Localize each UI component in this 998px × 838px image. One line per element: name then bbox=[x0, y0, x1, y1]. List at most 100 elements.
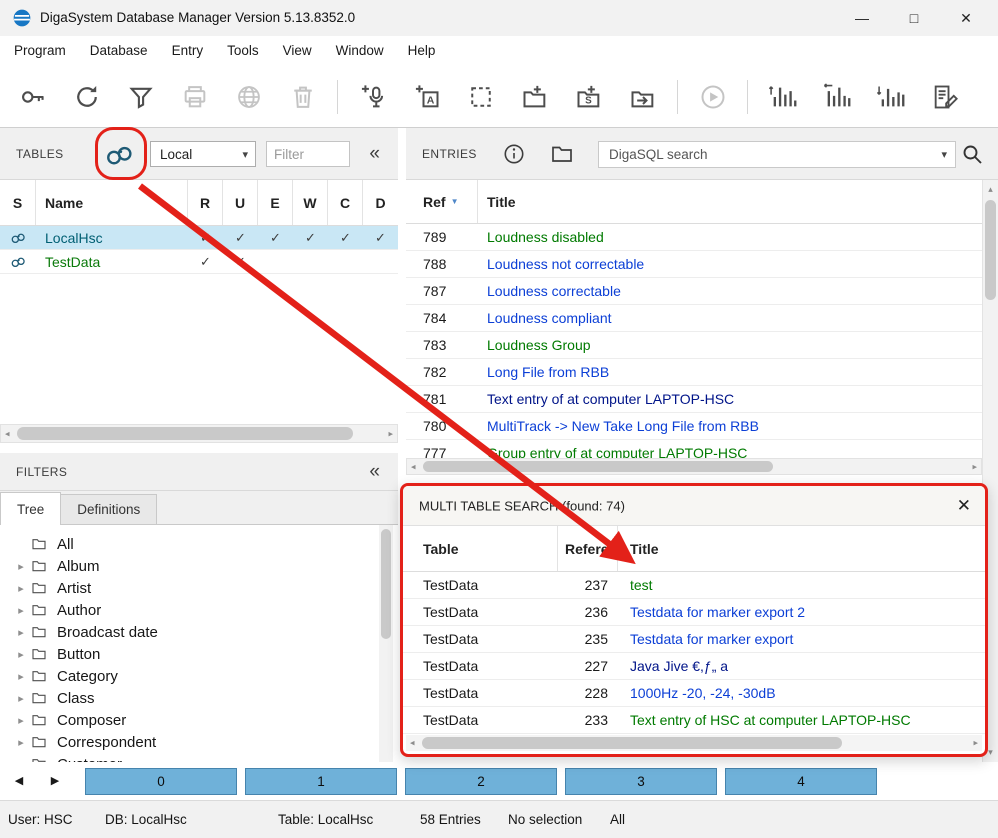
menu-item-entry[interactable]: Entry bbox=[160, 36, 216, 66]
expand-arrow-icon[interactable]: ▸ bbox=[12, 670, 30, 683]
scope-dropdown[interactable]: Local ▾ bbox=[150, 141, 256, 167]
expand-arrow-icon[interactable]: ▸ bbox=[12, 736, 30, 749]
menu-item-tools[interactable]: Tools bbox=[215, 36, 271, 66]
col-header-reference[interactable]: Refere bbox=[558, 526, 618, 571]
expand-arrow-icon[interactable]: ▸ bbox=[12, 714, 30, 727]
tree-item-broadcast-date[interactable]: ▸Broadcast date bbox=[0, 621, 379, 643]
popup-horizontal-scrollbar[interactable]: ◂ ▸ bbox=[406, 735, 982, 751]
maximize-button[interactable]: □ bbox=[888, 0, 940, 36]
page-button-1[interactable]: 1 bbox=[245, 768, 397, 795]
search-result-row[interactable]: TestData237test bbox=[403, 572, 985, 599]
search-result-row[interactable]: TestData233Text entry of HSC at computer… bbox=[403, 707, 985, 734]
multi-table-search-button[interactable] bbox=[103, 140, 135, 170]
scrollbar-thumb[interactable] bbox=[985, 200, 996, 300]
entry-row[interactable]: 784Loudness compliant bbox=[406, 305, 982, 332]
scrollbar-thumb[interactable] bbox=[422, 737, 842, 749]
search-result-row[interactable]: TestData236Testdata for marker export 2 bbox=[403, 599, 985, 626]
folder-icon[interactable] bbox=[550, 142, 576, 168]
add-folder-icon[interactable] bbox=[512, 74, 557, 119]
page-button-4[interactable]: 4 bbox=[725, 768, 877, 795]
col-header-name[interactable]: Name bbox=[36, 180, 188, 225]
search-icon[interactable] bbox=[960, 142, 986, 168]
tree-vertical-scrollbar[interactable] bbox=[379, 525, 393, 762]
minimize-button[interactable]: — bbox=[836, 0, 888, 36]
col-header-c[interactable]: C bbox=[328, 180, 363, 225]
scroll-right-icon[interactable]: ▸ bbox=[972, 461, 977, 472]
entry-row[interactable]: 789Loudness disabled bbox=[406, 224, 982, 251]
tree-item-all[interactable]: All bbox=[0, 533, 379, 555]
tree-item-composer[interactable]: ▸Composer bbox=[0, 709, 379, 731]
search-result-row[interactable]: TestData227Java Jive €,ƒ„ a bbox=[403, 653, 985, 680]
col-header-title[interactable]: Title bbox=[618, 526, 985, 571]
add-text-entry-icon[interactable] bbox=[404, 74, 449, 119]
col-header-table[interactable]: Table bbox=[403, 526, 558, 571]
menu-item-help[interactable]: Help bbox=[396, 36, 448, 66]
col-header-e[interactable]: E bbox=[258, 180, 293, 225]
tree-item-category[interactable]: ▸Category bbox=[0, 665, 379, 687]
search-result-row[interactable]: TestData2281000Hz -20, -24, -30dB bbox=[403, 680, 985, 707]
collapse-filters-icon[interactable]: « bbox=[369, 461, 380, 483]
menu-item-window[interactable]: Window bbox=[324, 36, 396, 66]
scrollbar-thumb[interactable] bbox=[381, 529, 391, 639]
entry-row[interactable]: 787Loudness correctable bbox=[406, 278, 982, 305]
page-button-3[interactable]: 3 bbox=[565, 768, 717, 795]
collapse-tables-icon[interactable]: « bbox=[369, 143, 380, 165]
col-header-w[interactable]: W bbox=[293, 180, 328, 225]
entry-row[interactable]: 781Text entry of at computer LAPTOP-HSC bbox=[406, 386, 982, 413]
tree-item-correspondent[interactable]: ▸Correspondent bbox=[0, 731, 379, 753]
scroll-left-icon[interactable]: ◂ bbox=[5, 428, 10, 439]
scroll-left-icon[interactable]: ◂ bbox=[410, 738, 415, 749]
tree-item-artist[interactable]: ▸Artist bbox=[0, 577, 379, 599]
expand-arrow-icon[interactable]: ▸ bbox=[12, 626, 30, 639]
key-icon[interactable] bbox=[10, 74, 55, 119]
col-header-r[interactable]: R bbox=[188, 180, 223, 225]
entries-horizontal-scrollbar[interactable]: ◂ ▸ bbox=[406, 458, 982, 475]
menu-item-database[interactable]: Database bbox=[78, 36, 160, 66]
next-page-icon[interactable]: ▶ bbox=[44, 762, 66, 800]
col-header-d[interactable]: D bbox=[363, 180, 398, 225]
digasql-search-combo[interactable]: DigaSQL search ▾ bbox=[598, 141, 956, 168]
expand-arrow-icon[interactable]: ▸ bbox=[12, 604, 30, 617]
col-header-s[interactable]: S bbox=[0, 180, 36, 225]
entry-row[interactable]: 782Long File from RBB bbox=[406, 359, 982, 386]
entry-row[interactable]: 777Group entry of at computer LAPTOP-HSC bbox=[406, 440, 982, 458]
edit-metadata-icon[interactable] bbox=[922, 74, 967, 119]
filter-icon[interactable] bbox=[118, 74, 163, 119]
add-subfolder-icon[interactable] bbox=[566, 74, 611, 119]
tree-item-album[interactable]: ▸Album bbox=[0, 555, 379, 577]
col-header-title[interactable]: Title bbox=[478, 180, 982, 223]
selection-marquee-icon[interactable] bbox=[458, 74, 503, 119]
entry-row[interactable]: 780MultiTrack -> New Take Long File from… bbox=[406, 413, 982, 440]
scrollbar-thumb[interactable] bbox=[17, 427, 353, 440]
expand-arrow-icon[interactable]: ▸ bbox=[12, 560, 30, 573]
page-button-0[interactable]: 0 bbox=[85, 768, 237, 795]
tree-item-class[interactable]: ▸Class bbox=[0, 687, 379, 709]
tables-horizontal-scrollbar[interactable]: ◂ ▸ bbox=[0, 424, 398, 443]
close-icon[interactable]: ✕ bbox=[957, 496, 971, 516]
loudness-normalize-icon[interactable] bbox=[814, 74, 859, 119]
menu-item-view[interactable]: View bbox=[271, 36, 324, 66]
sort-descending-icon[interactable]: ▼ bbox=[451, 197, 459, 206]
page-button-2[interactable]: 2 bbox=[405, 768, 557, 795]
prev-page-icon[interactable]: ◀ bbox=[8, 762, 30, 800]
tab-tree[interactable]: Tree bbox=[0, 492, 61, 525]
refresh-icon[interactable] bbox=[64, 74, 109, 119]
scroll-up-icon[interactable]: ▴ bbox=[983, 184, 998, 195]
tree-item-button[interactable]: ▸Button bbox=[0, 643, 379, 665]
entry-row[interactable]: 783Loudness Group bbox=[406, 332, 982, 359]
close-button[interactable]: ✕ bbox=[940, 0, 992, 36]
move-to-folder-icon[interactable] bbox=[620, 74, 665, 119]
tab-definitions[interactable]: Definitions bbox=[60, 494, 157, 524]
entry-row[interactable]: 788Loudness not correctable bbox=[406, 251, 982, 278]
scroll-left-icon[interactable]: ◂ bbox=[411, 461, 416, 472]
col-header-ref[interactable]: Ref ▼ bbox=[406, 180, 478, 223]
expand-arrow-icon[interactable]: ▸ bbox=[12, 582, 30, 595]
loudness-adjust-icon[interactable] bbox=[868, 74, 913, 119]
table-row[interactable]: LocalHsc✓✓✓✓✓✓ bbox=[0, 226, 398, 250]
table-filter-input[interactable] bbox=[266, 141, 350, 167]
add-audio-entry-icon[interactable] bbox=[350, 74, 395, 119]
scrollbar-thumb[interactable] bbox=[423, 461, 773, 472]
scroll-right-icon[interactable]: ▸ bbox=[973, 738, 978, 749]
menu-item-program[interactable]: Program bbox=[2, 36, 78, 66]
tree-item-customer[interactable]: ▸Customer bbox=[0, 753, 379, 762]
